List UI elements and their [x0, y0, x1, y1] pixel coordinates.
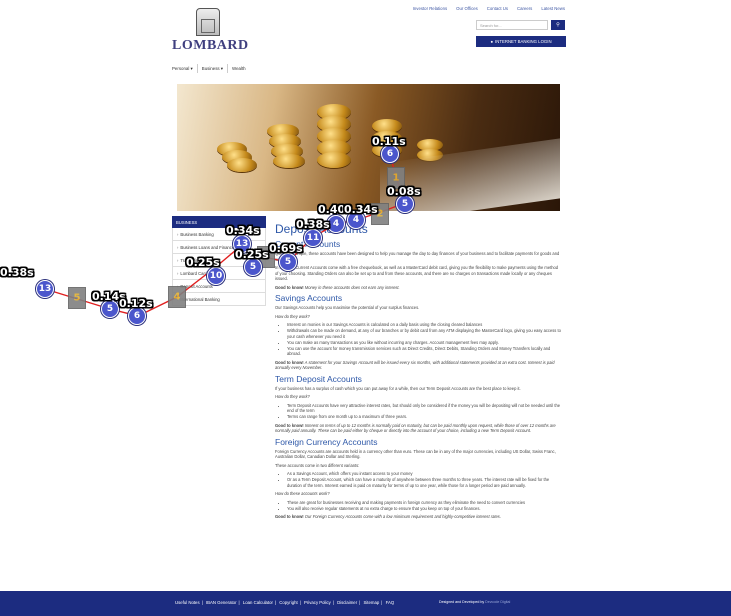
sidebar-item-business-loans[interactable]: Business Loans and Finance	[172, 241, 266, 254]
footer-link-sitemap[interactable]: Sitemap	[363, 600, 379, 605]
section-heading-savings: Savings Accounts	[275, 293, 343, 303]
top-link-our-offices[interactable]: Our Offices	[456, 6, 478, 11]
main-nav: Personal ▾ Business ▾ Wealth	[172, 64, 250, 73]
footer-link-useful-notes[interactable]: Useful Notes	[175, 600, 200, 605]
savings-list: Interest on monies in our Savings Accoun…	[287, 322, 562, 357]
footer-link-iban-generator[interactable]: IBAN Generator	[206, 600, 237, 605]
top-links: Investor Relations Our Offices Contact U…	[404, 6, 565, 11]
brand-logo[interactable]: LOMBARD	[172, 8, 249, 54]
search-input[interactable]: Search for...	[476, 20, 548, 30]
current-paragraph-2: In fact, our Current Accounts come with …	[275, 265, 559, 281]
sidebar: BUSINESS Business Banking Business Loans…	[172, 216, 266, 306]
sidebar-header: BUSINESS	[172, 216, 266, 228]
lock-icon: ●	[490, 39, 494, 44]
list-item: These are great for businesses receiving…	[287, 500, 562, 506]
list-item: Term Deposit Accounts have very attracti…	[287, 403, 562, 414]
savings-intro: Our Savings Accounts help you maximise t…	[275, 305, 420, 310]
footer-credit: Designed and Developed by Devcode Digita…	[439, 600, 510, 604]
term-list: Term Deposit Accounts have very attracti…	[287, 403, 562, 420]
search-button[interactable]: ⚲	[551, 20, 565, 30]
nav-personal[interactable]: Personal ▾	[172, 64, 198, 73]
trace-click-marker: 5	[101, 300, 119, 318]
list-item: You can use the account for money transm…	[287, 346, 562, 357]
foreign-how: How do these accounts work?	[275, 491, 330, 496]
brand-name: LOMBARD	[172, 38, 249, 53]
term-note: Good to know! Interest on terms of up to…	[275, 423, 562, 434]
section-heading-term: Term Deposit Accounts	[275, 373, 362, 384]
savings-how: How do they work?	[275, 313, 310, 319]
footer: Useful Notes | IBAN Generator | Loan Calcu…	[0, 591, 731, 616]
list-item: As a Savings Account, which offers you i…	[287, 471, 562, 477]
credit-text: Designed and Developed by	[439, 600, 485, 604]
current-paragraph-1: Quick and simple, these accounts have be…	[275, 251, 560, 262]
trace-click-marker: 6	[128, 307, 146, 325]
nav-wealth[interactable]: Wealth	[228, 64, 250, 73]
trace-time-label: 0.14s	[92, 290, 126, 303]
sidebar-item-lombard-cards[interactable]: Lombard Cards	[172, 267, 266, 280]
trace-time-label: 0.12s	[119, 297, 153, 310]
top-link-contact-us[interactable]: Contact Us	[487, 6, 508, 11]
current-note: Good to know! Money in these accounts do…	[275, 285, 562, 291]
top-link-careers[interactable]: Careers	[517, 6, 532, 11]
foreign-variants: These accounts come in two different var…	[275, 462, 360, 468]
list-item: Interest on monies in our Savings Accoun…	[287, 322, 562, 328]
savings-note: Good to know! A statement for your Savin…	[275, 360, 562, 371]
page-title: Deposit Accounts	[275, 222, 368, 236]
sidebar-item-deposit-accounts[interactable]: Deposit Accounts	[172, 280, 266, 293]
sidebar-item-business-banking[interactable]: Business Banking	[172, 228, 266, 241]
list-item: You can make as many transactions as you…	[287, 340, 562, 346]
note-label: Good to know!	[275, 359, 304, 365]
trace-square-marker: 5	[68, 287, 86, 309]
footer-link-privacy-policy[interactable]: Privacy Policy	[304, 600, 331, 605]
credit-brand-link[interactable]: Devcode Digital	[485, 600, 510, 604]
foreign-note: Good to know! Our Foreign Currency Accou…	[275, 514, 562, 520]
trace-time-label: 0.38s	[0, 266, 34, 279]
footer-links: Useful Notes | IBAN Generator | Loan Calcu…	[175, 600, 395, 605]
footer-link-disclaimer[interactable]: Disclaimer	[337, 600, 357, 605]
list-item: You will also receive regular statements…	[287, 506, 562, 512]
note-text: A statement for your Savings Account wil…	[275, 359, 555, 371]
list-item: Withdrawals can be made on demand, at an…	[287, 328, 562, 339]
note-label: Good to know!	[275, 514, 304, 519]
term-how: How do they work?	[275, 394, 310, 399]
section-heading-current: Current Accounts	[275, 239, 341, 249]
internet-banking-label: INTERNET BANKING LOGIN	[495, 39, 552, 44]
foreign-list: As a Savings Account, which offers you i…	[287, 471, 562, 488]
top-link-latest-news[interactable]: Latest News	[541, 6, 565, 11]
main-content: Deposit Accounts Current Accounts Quick …	[275, 222, 562, 523]
section-heading-foreign: Foreign Currency Accounts	[275, 436, 378, 447]
note-label: Good to know!	[275, 284, 304, 290]
foreign-intro: Foreign Currency Accounts are accounts h…	[275, 448, 556, 460]
note-text: Our Foreign Currency Accounts come with …	[304, 514, 501, 519]
list-item: Or as a Term Deposit Account, which can …	[287, 477, 562, 488]
sidebar-item-international-banking[interactable]: International Banking	[172, 293, 266, 306]
term-intro: If your business has a surplus of cash w…	[275, 385, 521, 391]
footer-link-copyright[interactable]: Copyright	[279, 600, 297, 605]
trace-click-marker: 13	[36, 280, 54, 298]
nav-business[interactable]: Business ▾	[198, 64, 229, 73]
list-item: Terms can range from one month up to a m…	[287, 414, 562, 420]
building-logo-icon	[196, 8, 220, 36]
hero-image-coins	[177, 84, 560, 211]
note-text: Interest on terms of up to 12 months is …	[275, 422, 556, 434]
search-icon: ⚲	[556, 22, 560, 28]
note-text: Money in these accounts does not earn an…	[304, 284, 400, 290]
note-label: Good to know!	[275, 422, 304, 428]
internet-banking-login-button[interactable]: ● INTERNET BANKING LOGIN	[476, 36, 566, 47]
top-link-investor-relations[interactable]: Investor Relations	[413, 6, 447, 11]
footer-link-loan-calculator[interactable]: Loan Calculator	[243, 600, 273, 605]
sidebar-item-trade-finance[interactable]: Trade Finance	[172, 254, 266, 267]
foreign-list-2: These are great for businesses receiving…	[287, 500, 562, 512]
footer-link-faq[interactable]: FAQ	[386, 600, 395, 605]
